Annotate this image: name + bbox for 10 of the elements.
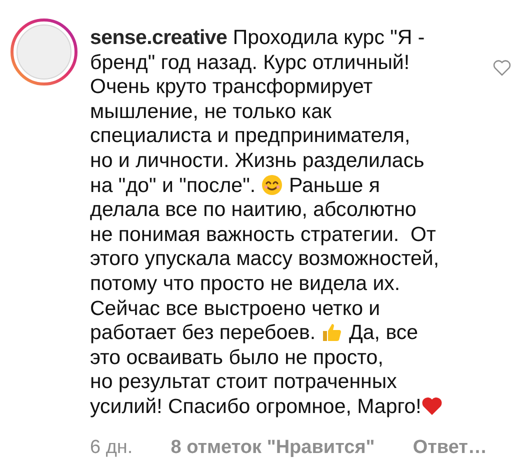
smiley-icon xyxy=(261,174,284,196)
comment-text: sense.creative Проходила курс "Я - бренд" год назад. Курс отличный! Очень круто трансформирует мышление, не только как специалиста и предпринимателя, но и личности. Жизнь разделилась на "до" и "после". Раньше я делала все по наитию, абсолютно не понимая важность стратегии. От этого упускала массу возможностей, потому что просто не видела их. Сейчас все выстроено четко и работает без перебоев. Да, все это осваивать было не просто, но результат стоит потраченных усилий! Спасибо огромное, Марго! xyxy=(90,26,492,420)
thumbs-up-icon xyxy=(321,321,344,344)
comment-time: 6 дн. xyxy=(90,436,133,460)
heart-outline-icon xyxy=(492,58,512,78)
avatar[interactable] xyxy=(10,18,78,86)
likes-count-link[interactable]: 8 отметок "Нравится" xyxy=(170,434,375,462)
username-link[interactable]: sense.creative xyxy=(90,26,228,49)
reply-link[interactable]: Ответ… xyxy=(412,434,487,462)
heart-icon xyxy=(421,394,444,417)
